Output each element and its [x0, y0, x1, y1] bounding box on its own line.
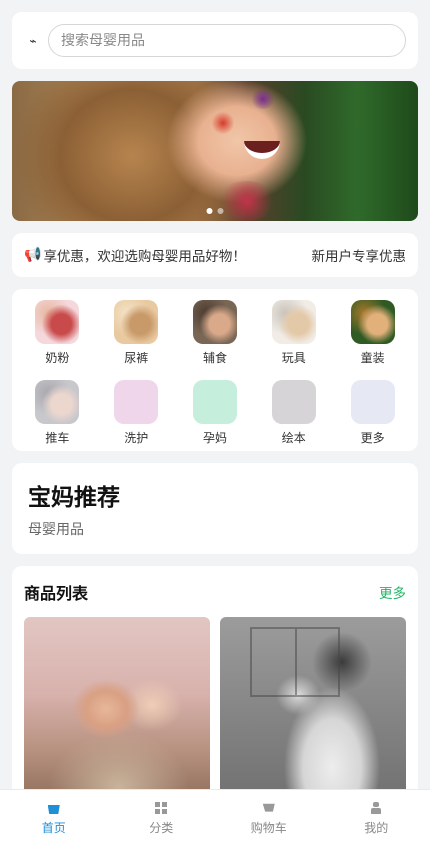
tab-cart[interactable]: 购物车	[215, 790, 323, 844]
category-item[interactable]: 玩具	[254, 300, 333, 372]
tab-label: 购物车	[250, 821, 287, 835]
banner-paint-splash	[250, 89, 276, 109]
category-label: 洗护	[124, 430, 149, 445]
category-item[interactable]: 洗护	[97, 379, 176, 452]
category-item[interactable]: 绘本	[254, 379, 333, 452]
promo-title: 宝妈推荐	[28, 485, 120, 511]
more-link[interactable]: 更多	[379, 582, 406, 602]
banner-image[interactable]	[12, 81, 418, 221]
category-item[interactable]: 奶粉	[18, 300, 97, 372]
category-grid: 奶粉 尿裤 辅食 玩具 童装推车 洗护 孕妈 绘本 更多	[12, 289, 418, 451]
category-thumbnail[interactable]	[350, 379, 395, 424]
megaphone-icon: 📢	[24, 247, 42, 263]
tab-label: 分类	[149, 821, 174, 835]
promo-subtitle: 母婴用品	[28, 522, 84, 538]
cart-icon	[262, 803, 275, 812]
tab-user[interactable]: 我的	[323, 790, 430, 844]
tab-home[interactable]: 首页	[0, 790, 108, 844]
banner-paint-splash	[212, 111, 234, 135]
category-item[interactable]: 辅食	[176, 300, 255, 372]
search-box[interactable]	[48, 24, 406, 57]
category-item[interactable]: 孕妈	[176, 379, 255, 452]
product-list-title: 商品列表	[24, 584, 89, 603]
user-icon	[370, 802, 382, 814]
banner-carousel[interactable]	[12, 81, 418, 221]
category-label: 推车	[45, 430, 70, 445]
notice-bar: 📢 享优惠，欢迎选购母婴用品好物！ 新用户专享优惠	[12, 233, 418, 277]
category-label: 辅食	[202, 351, 227, 365]
promo-card[interactable]: 宝妈推荐 母婴用品	[12, 463, 418, 554]
category-label: 童装	[360, 351, 385, 365]
category-thumbnail[interactable]	[35, 300, 80, 344]
carousel-dot[interactable]	[217, 208, 224, 214]
new-user-offer-link[interactable]: 新用户专享优惠	[312, 245, 407, 265]
tab-label: 首页	[41, 821, 66, 835]
category-item[interactable]: 推车	[18, 379, 97, 452]
scan-icon[interactable]: ⌁	[24, 34, 42, 48]
category-thumbnail[interactable]	[192, 379, 237, 424]
category-item[interactable]: 童装	[333, 300, 412, 372]
search-bar: ⌁	[12, 12, 418, 69]
home-icon	[47, 805, 60, 814]
photo-window-frame	[250, 627, 340, 697]
tab-grid[interactable]: 分类	[108, 790, 216, 844]
tab-label: 我的	[364, 821, 389, 835]
category-item[interactable]: 更多	[333, 379, 412, 452]
product-card-image[interactable]	[220, 617, 406, 806]
category-item[interactable]: 尿裤	[97, 300, 176, 372]
category-label: 玩具	[281, 351, 306, 365]
banner-paint-splash	[217, 181, 277, 221]
product-card-image[interactable]	[24, 617, 210, 806]
bottom-tab-bar: 首页 分类 购物车 我的	[0, 789, 430, 844]
category-label: 绘本	[281, 430, 306, 445]
carousel-indicators	[206, 208, 224, 214]
category-thumbnail[interactable]	[350, 300, 395, 344]
category-thumbnail[interactable]	[114, 300, 159, 344]
category-label: 奶粉	[45, 351, 70, 365]
category-label: 更多	[360, 430, 385, 445]
category-thumbnail[interactable]	[192, 300, 237, 344]
category-label: 孕妈	[202, 430, 227, 445]
category-label: 尿裤	[124, 351, 149, 365]
carousel-dot[interactable]	[206, 208, 213, 214]
category-thumbnail[interactable]	[271, 300, 316, 344]
category-thumbnail[interactable]	[271, 379, 316, 424]
category-thumbnail[interactable]	[114, 379, 159, 424]
notice-text: 享优惠，欢迎选购母婴用品好物！	[43, 249, 246, 265]
product-grid	[24, 617, 406, 806]
product-list: 商品列表 更多	[12, 566, 418, 806]
product-list-header: 商品列表 更多	[24, 580, 406, 604]
banner-child-smile	[244, 141, 280, 159]
grid-icon	[155, 802, 168, 814]
category-thumbnail[interactable]	[35, 379, 80, 424]
search-input[interactable]	[61, 32, 393, 49]
